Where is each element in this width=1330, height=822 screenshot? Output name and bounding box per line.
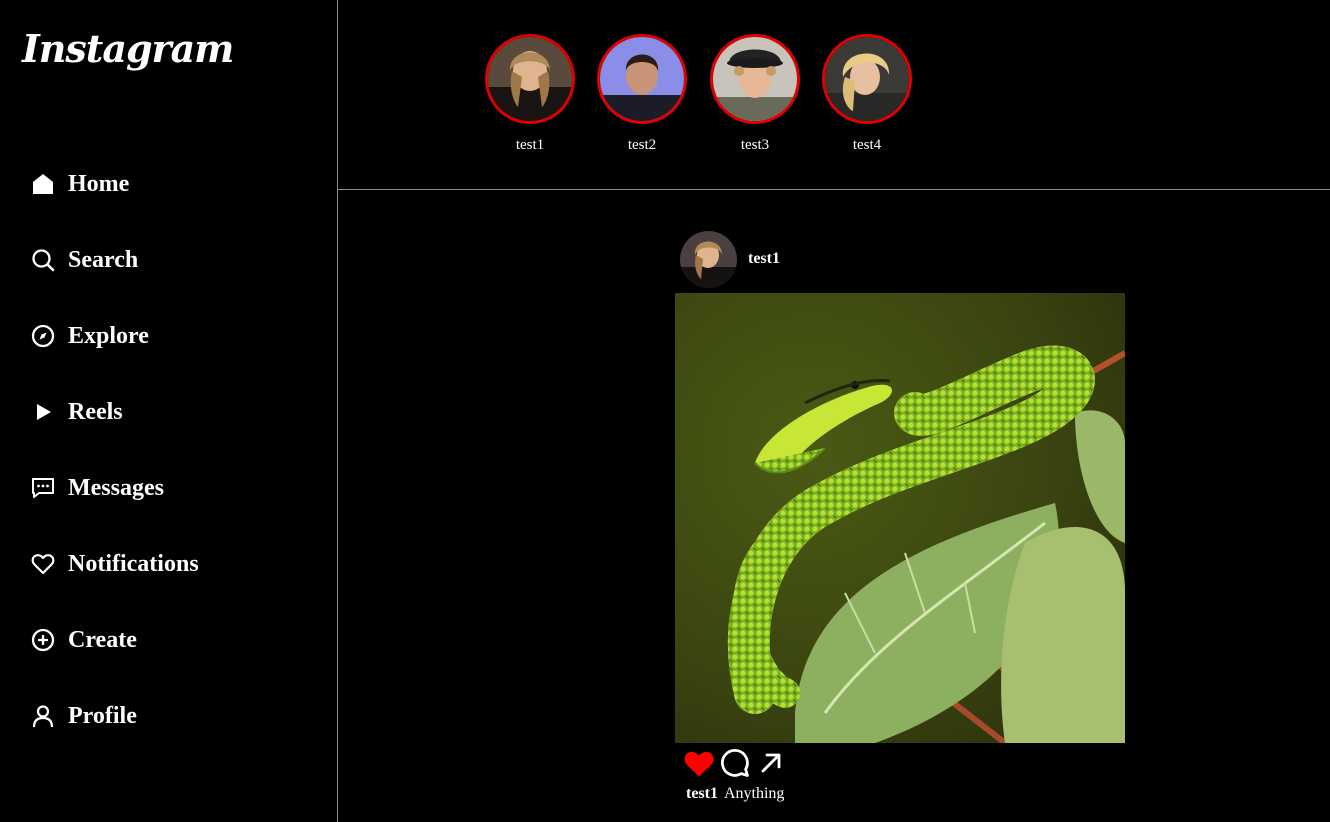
app: Instagram Home Search Explore Reels Mess…: [0, 0, 1330, 822]
story-item[interactable]: test3: [709, 34, 801, 154]
sidebar-item-label: Home: [68, 170, 130, 197]
feed-post: test1 test1 Anything: [675, 230, 1125, 803]
comment-button[interactable]: [719, 747, 751, 779]
story-name: test4: [852, 137, 882, 153]
story-avatar: [485, 34, 575, 124]
post-image[interactable]: [675, 293, 1125, 743]
sidebar-item-profile[interactable]: Profile: [30, 696, 199, 736]
story-item[interactable]: test2: [596, 34, 688, 154]
caption-username[interactable]: test1: [686, 785, 718, 802]
sidebar-item-label: Explore: [68, 322, 149, 349]
sidebar-item-explore[interactable]: Explore: [30, 316, 199, 356]
story-name: test3: [740, 137, 770, 153]
heart-filled-icon: [684, 751, 714, 777]
post-caption: test1 Anything: [686, 785, 1125, 803]
instagram-logo[interactable]: Instagram: [22, 26, 234, 71]
story-avatar: [597, 34, 687, 124]
comment-icon: [721, 749, 749, 777]
arrow-up-right-icon: [761, 753, 781, 773]
sidebar-item-label: Notifications: [68, 550, 199, 577]
message-icon: [30, 475, 56, 501]
sidebar-item-label: Search: [68, 246, 139, 273]
sidebar-item-create[interactable]: Create: [30, 620, 199, 660]
sidebar-item-reels[interactable]: Reels: [30, 392, 199, 432]
plus-circle-icon: [30, 627, 56, 653]
story-name: test1: [515, 137, 545, 153]
sidebar-item-label: Messages: [68, 474, 164, 501]
compass-icon: [30, 323, 56, 349]
post-header: test1: [675, 230, 1125, 288]
sidebar-item-notifications[interactable]: Notifications: [30, 544, 199, 584]
user-icon: [30, 703, 56, 729]
play-icon: [30, 399, 56, 425]
heart-icon: [30, 551, 56, 577]
sidebar: Instagram Home Search Explore Reels Mess…: [0, 0, 338, 822]
story-avatar: [710, 34, 800, 124]
home-icon: [30, 171, 56, 197]
sidebar-item-search[interactable]: Search: [30, 240, 199, 280]
sidebar-nav: Home Search Explore Reels Messages Notif…: [30, 164, 199, 772]
caption-text: Anything: [723, 785, 785, 802]
like-button[interactable]: [683, 747, 715, 779]
sidebar-item-messages[interactable]: Messages: [30, 468, 199, 508]
post-avatar[interactable]: [680, 230, 737, 288]
story-avatar: [822, 34, 912, 124]
story-item[interactable]: test1: [484, 34, 576, 154]
sidebar-item-label: Reels: [68, 398, 123, 425]
post-actions: [683, 743, 1125, 783]
story-item[interactable]: test4: [821, 34, 913, 154]
post-username[interactable]: test1: [748, 250, 780, 268]
share-button[interactable]: [755, 747, 787, 779]
sidebar-item-home[interactable]: Home: [30, 164, 199, 204]
sidebar-item-label: Create: [68, 626, 137, 653]
story-name: test2: [627, 137, 657, 153]
sidebar-item-label: Profile: [68, 702, 137, 729]
search-icon: [30, 247, 56, 273]
stories-bar: test1 test2 test3 test4: [338, 0, 1330, 190]
